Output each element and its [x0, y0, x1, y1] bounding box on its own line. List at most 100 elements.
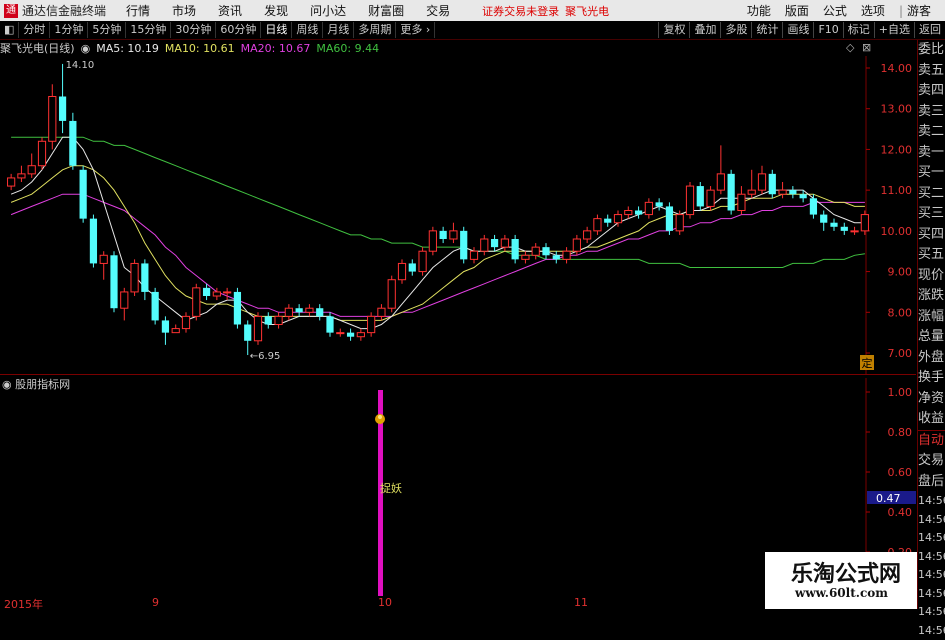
btn-stats[interactable]: 统计 — [751, 22, 782, 38]
price-tick-label: 12.00 — [881, 143, 913, 156]
period-multi[interactable]: 多周期 — [354, 22, 396, 38]
x-label-11: 11 — [574, 596, 588, 609]
btn-overlay[interactable]: 叠加 — [689, 22, 720, 38]
price-tick-label: 11.00 — [881, 184, 913, 197]
trade-login-warning[interactable]: 证券交易未登录 — [482, 3, 559, 19]
period-5min[interactable]: 5分钟 — [88, 22, 126, 38]
candle-up — [38, 141, 45, 165]
x-label-10: 10 — [378, 596, 392, 609]
menu-layout[interactable]: 版面 — [785, 2, 809, 19]
quote-label: 收益 — [918, 409, 945, 430]
candle-up — [563, 251, 570, 259]
trade-time: 14:56 — [918, 492, 945, 511]
candle-down — [110, 255, 117, 308]
menu-function[interactable]: 功能 — [747, 2, 771, 19]
candle-up — [49, 97, 56, 142]
candle-up — [738, 194, 745, 210]
quote-label: 涨跌 — [918, 286, 945, 307]
period-intraday[interactable]: 分时 — [19, 22, 50, 38]
collapse-icon[interactable]: ◧ — [0, 22, 19, 38]
menu-trade[interactable]: 交易 — [426, 2, 450, 19]
candle-up — [748, 190, 755, 194]
candle-up — [573, 239, 580, 251]
tab-item[interactable]: 盘后 — [918, 472, 945, 493]
candle-up — [182, 316, 189, 328]
period-1min[interactable]: 1分钟 — [50, 22, 88, 38]
btn-add-watchlist[interactable]: +自选 — [874, 22, 914, 38]
btn-back[interactable]: 返回 — [914, 22, 945, 38]
menu-options[interactable]: 选项 — [861, 2, 885, 19]
menu-ask-xiaoda[interactable]: 问小达 — [310, 2, 346, 19]
title-right-menus: 功能 版面 公式 选项 | 游客 — [747, 0, 945, 21]
period-monthly[interactable]: 月线 — [323, 22, 354, 38]
candle-up — [8, 178, 15, 186]
ma60-value: MA60: 9.44 — [316, 42, 379, 55]
app-title: 通达信金融终端 — [22, 2, 106, 19]
trade-time: 14:56 — [918, 603, 945, 622]
period-weekly[interactable]: 周线 — [292, 22, 323, 38]
candle-up — [100, 255, 107, 263]
fixed-badge: 定 — [862, 356, 873, 370]
trade-time: 14:56 — [918, 622, 945, 640]
candle-up — [470, 251, 477, 259]
period-30min[interactable]: 30分钟 — [171, 22, 216, 38]
tab-auto[interactable]: 自动 — [918, 431, 945, 452]
candle-down — [769, 174, 776, 194]
period-daily[interactable]: 日线 — [261, 22, 292, 38]
btn-mark[interactable]: 标记 — [843, 22, 874, 38]
close-icon[interactable]: ⊠ — [862, 41, 871, 54]
ma5-line — [11, 137, 865, 328]
candle-down — [666, 206, 673, 230]
low-price-label: ←6.95 — [250, 351, 281, 362]
menu-market-quotes[interactable]: 行情 — [126, 2, 150, 19]
btn-adjust[interactable]: 复权 — [658, 22, 689, 38]
tab-item[interactable]: 交易 — [918, 451, 945, 472]
candle-down — [810, 198, 817, 214]
settings-circle-icon[interactable]: ◉ — [81, 42, 91, 55]
chevron-right-icon: › — [426, 23, 430, 36]
kline-chart[interactable]: 14.0013.0012.0011.0010.009.008.007.00定14… — [0, 56, 916, 374]
toolbar-right: 复权 叠加 多股 统计 画线 F10 标记 +自选 返回 — [658, 22, 945, 38]
ma-info-row: 聚飞光电(日线) ◉ MA5: 10.19 MA10: 10.61 MA20: … — [0, 40, 385, 56]
price-tick-label: 7.00 — [888, 347, 913, 360]
quote-label: 卖三 — [918, 102, 945, 123]
candle-up — [450, 231, 457, 239]
btn-draw-line[interactable]: 画线 — [782, 22, 813, 38]
candle-down — [326, 316, 333, 332]
btn-f10[interactable]: F10 — [813, 22, 842, 38]
candle-down — [141, 263, 148, 292]
menu-formula[interactable]: 公式 — [823, 2, 847, 19]
candle-up — [707, 190, 714, 206]
candle-down — [234, 292, 241, 325]
period-more[interactable]: 更多 › — [396, 22, 435, 38]
candle-up — [594, 219, 601, 231]
menu-discover[interactable]: 发现 — [264, 2, 288, 19]
candle-down — [244, 325, 251, 341]
btn-multi-stock[interactable]: 多股 — [720, 22, 751, 38]
candle-up — [378, 308, 385, 316]
watermark-url: www.60lt.com — [795, 586, 888, 600]
guest-label[interactable]: 游客 — [907, 2, 931, 19]
period-60min[interactable]: 60分钟 — [216, 22, 261, 38]
diamond-icon[interactable]: ◇ — [846, 41, 854, 54]
candle-down — [80, 170, 87, 219]
indicator-tick-label: 0.80 — [888, 426, 913, 439]
candle-down — [460, 231, 467, 260]
pane-divider — [0, 374, 916, 375]
watermark-logo: 乐淘公式网 www.60lt.com — [765, 552, 917, 609]
candle-up — [717, 174, 724, 190]
ma60-line — [11, 137, 865, 267]
period-15min[interactable]: 15分钟 — [126, 22, 171, 38]
menu-news[interactable]: 资讯 — [218, 2, 242, 19]
candle-up — [18, 174, 25, 178]
quote-label: 卖二 — [918, 122, 945, 143]
menu-market[interactable]: 市场 — [172, 2, 196, 19]
quote-label: 卖五 — [918, 61, 945, 82]
trade-time: 14:56 — [918, 566, 945, 585]
candle-down — [296, 308, 303, 312]
candle-down — [830, 223, 837, 227]
watermark-text: 乐淘公式网 — [791, 556, 901, 588]
candle-up — [398, 263, 405, 279]
menu-wealth-circle[interactable]: 财富圈 — [368, 2, 404, 19]
candle-up — [851, 231, 858, 232]
